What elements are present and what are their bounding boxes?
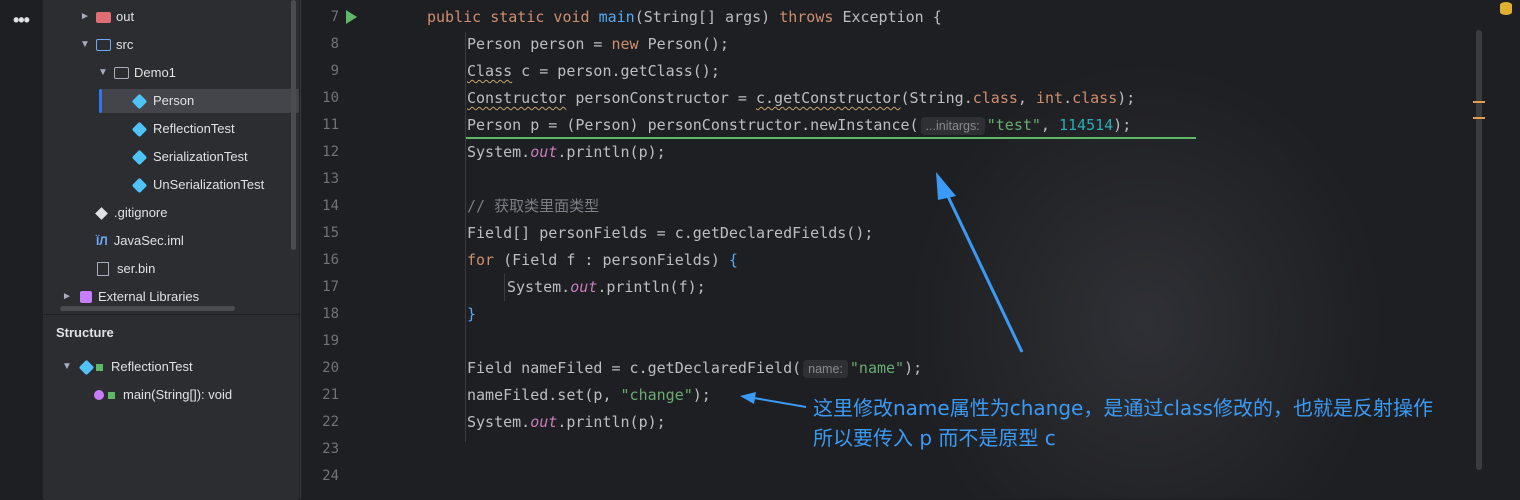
tree-item-ser-bin[interactable]: ser.bin [94, 257, 155, 281]
tree-item-reflectiontest[interactable]: ReflectionTest [131, 117, 235, 141]
line-number: 15 [322, 225, 339, 241]
database-icon[interactable] [1500, 2, 1512, 15]
line-number: 13 [322, 171, 339, 187]
line-number: 17 [322, 279, 339, 295]
tree-item-serializationtest[interactable]: SerializationTest [131, 145, 248, 169]
libraries-icon [80, 291, 92, 303]
structure-title: Structure [56, 325, 114, 340]
line-number: 7 [330, 9, 339, 25]
source-folder-icon [96, 39, 111, 51]
tree-item-gitignore[interactable]: .gitignore [94, 201, 167, 225]
more-options-icon[interactable]: ••• [13, 10, 30, 31]
project-tree-horizontal-scrollbar[interactable] [60, 306, 235, 311]
line-number: 11 [322, 117, 339, 133]
project-tree-scrollbar[interactable] [291, 0, 296, 250]
tree-item-demo1[interactable]: ▼ Demo1 [96, 61, 176, 85]
tree-item-out[interactable]: ► out [78, 5, 134, 29]
line-number-gutter: 7 8 9 10 11 12 13 14 15 16 17 18 19 20 2… [300, 0, 386, 499]
package-icon [114, 67, 129, 79]
annotation-text-line2: 所以要传入 p 而不是原型 c [813, 426, 1056, 450]
java-class-icon [131, 149, 148, 165]
annotation-text-line1: 这里修改name属性为change，是通过class修改的，也就是反射操作 [813, 396, 1433, 420]
run-icon[interactable] [346, 10, 357, 24]
tree-item-label: src [116, 37, 134, 52]
warning-marker[interactable] [1473, 101, 1485, 103]
line-number: 24 [322, 468, 339, 484]
line-number: 18 [322, 306, 339, 322]
tree-item-label: SerializationTest [153, 149, 248, 164]
line-number: 21 [322, 387, 339, 403]
line-number: 23 [322, 441, 339, 457]
tree-item-label: out [116, 9, 135, 24]
line-number: 19 [322, 333, 339, 349]
tree-item-unserializationtest[interactable]: UnSerializationTest [131, 173, 264, 197]
project-tree: ► out ▼ src ▼ Demo1 Person ReflectionTes… [44, 0, 299, 314]
structure-method-item[interactable]: main(String[]): void [94, 383, 232, 407]
public-lock-icon [96, 363, 103, 371]
tree-item-person[interactable]: Person [99, 89, 299, 113]
java-class-icon [131, 93, 148, 109]
public-lock-icon [108, 391, 115, 399]
line-number: 12 [322, 144, 339, 160]
git-icon [95, 206, 108, 220]
folder-excluded-icon [96, 11, 111, 23]
tree-item-javasec-iml[interactable]: ЇЛ JavaSec.iml [96, 229, 184, 253]
java-class-icon [131, 177, 148, 193]
code-editor[interactable]: public static void main(String[] args) t… [386, 0, 1520, 499]
tree-item-label: ReflectionTest [153, 121, 235, 136]
structure-panel: Structure ▼ ReflectionTest main(String[]… [44, 314, 299, 500]
tree-item-label: Demo1 [134, 65, 176, 80]
tree-item-label: Person [153, 93, 195, 108]
line-number: 14 [322, 198, 339, 214]
tree-item-src[interactable]: ▼ src [78, 33, 133, 57]
chevron-down-icon[interactable]: ▼ [96, 61, 110, 85]
line-number: 20 [322, 360, 339, 376]
tree-item-label: ser.bin [117, 261, 156, 276]
annotation-arrow-up [942, 187, 1024, 353]
method-icon [94, 390, 104, 400]
tree-item-label: JavaSec.iml [113, 233, 184, 248]
arrow-head-icon [740, 392, 756, 404]
java-class-icon [131, 121, 148, 137]
tool-window-strip: ••• [0, 0, 44, 499]
warning-marker[interactable] [1473, 117, 1485, 119]
structure-class-item[interactable]: ▼ ReflectionTest [60, 355, 193, 379]
chevron-down-icon[interactable]: ▼ [78, 33, 92, 57]
java-class-icon [78, 359, 95, 375]
line-number: 22 [322, 414, 339, 430]
chevron-down-icon[interactable]: ▼ [60, 355, 74, 379]
binary-file-icon [97, 262, 109, 276]
iml-file-icon: ЇЛ [96, 234, 108, 248]
structure-class-label: ReflectionTest [111, 359, 193, 374]
line-number: 16 [322, 252, 339, 268]
tree-item-label: .gitignore [114, 205, 168, 220]
annotation-arrow-left [753, 397, 807, 408]
chevron-right-icon[interactable]: ► [78, 5, 92, 29]
line-number: 9 [330, 63, 339, 79]
line-number: 10 [322, 90, 339, 106]
arrow-head-icon [936, 172, 956, 200]
line-number: 8 [330, 36, 339, 52]
editor-scrollbar[interactable] [1476, 30, 1482, 470]
structure-method-label: main(String[]): void [123, 387, 233, 402]
tree-item-label: UnSerializationTest [153, 177, 265, 192]
